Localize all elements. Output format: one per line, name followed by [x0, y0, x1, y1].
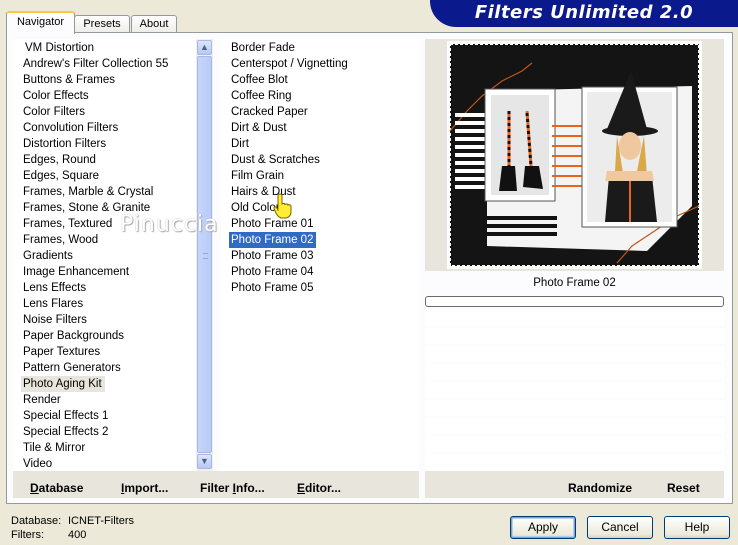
app-title: Filters Unlimited 2.0 — [474, 2, 694, 23]
filter-item[interactable]: Border Fade — [229, 40, 298, 56]
cancel-button[interactable]: Cancel — [587, 516, 653, 539]
parameter-row — [425, 400, 724, 416]
category-item[interactable]: Noise Filters — [21, 312, 90, 328]
filter-info-button[interactable]: Filter Info... — [200, 481, 265, 495]
category-item[interactable]: Frames, Textured — [21, 216, 115, 232]
database-button[interactable]: Database — [30, 481, 83, 495]
category-item[interactable]: Frames, Marble & Crystal — [21, 184, 156, 200]
category-item[interactable]: Edges, Square — [21, 168, 102, 184]
status-database-label: Database: — [11, 515, 62, 527]
status-filters-value: 400 — [68, 529, 87, 541]
category-list[interactable]: VM Distortion Andrew's Filter Collection … — [13, 39, 196, 471]
preview-image — [447, 41, 702, 269]
filter-item[interactable]: Photo Frame 05 — [229, 280, 316, 296]
progress-bar — [425, 296, 724, 307]
help-button[interactable]: Help — [664, 516, 730, 539]
category-scrollbar[interactable]: ▲ ▼ — [196, 39, 213, 471]
hand-pointer-icon — [273, 193, 292, 219]
status-database-value: ICNET-Filters — [68, 515, 134, 527]
category-item[interactable]: Color Effects — [21, 88, 92, 104]
filter-item[interactable]: Film Grain — [229, 168, 287, 184]
parameter-row — [425, 454, 724, 470]
category-item[interactable]: Video — [21, 456, 55, 472]
watermark-text: Pinuccia — [120, 212, 219, 237]
parameter-row — [425, 364, 724, 380]
reset-button[interactable]: Reset — [667, 481, 700, 495]
filter-item[interactable]: Dust & Scratches — [229, 152, 323, 168]
filter-item[interactable]: Photo Frame 02 — [229, 232, 317, 248]
category-item[interactable]: Special Effects 2 — [21, 424, 111, 440]
parameter-row — [425, 436, 724, 452]
category-item[interactable]: VM Distortion — [23, 40, 97, 56]
parameter-row — [425, 328, 724, 344]
preview-caption: Photo Frame 02 — [533, 277, 616, 289]
filter-item[interactable]: Photo Frame 04 — [229, 264, 316, 280]
filter-item[interactable]: Dirt & Dust — [229, 120, 290, 136]
randomize-button[interactable]: Randomize — [568, 481, 632, 495]
category-item[interactable]: Edges, Round — [21, 152, 99, 168]
category-item[interactable]: Andrew's Filter Collection 55 — [21, 56, 171, 72]
category-item[interactable]: Paper Backgrounds — [21, 328, 127, 344]
parameter-row — [425, 310, 724, 326]
category-item[interactable]: Paper Textures — [21, 344, 103, 360]
filter-item[interactable]: Coffee Ring — [229, 88, 295, 104]
parameter-row — [425, 346, 724, 362]
filter-item[interactable]: Photo Frame 03 — [229, 248, 316, 264]
preview-pane — [425, 39, 724, 271]
tab-navigator[interactable]: Navigator — [6, 11, 75, 34]
parameter-row — [425, 382, 724, 398]
filter-list[interactable]: Border Fade Centerspot / Vignetting Coffee… — [221, 39, 419, 471]
parameter-area — [425, 310, 724, 472]
category-item[interactable]: Render — [21, 392, 64, 408]
filter-item[interactable]: Coffee Blot — [229, 72, 291, 88]
chevron-down-icon[interactable]: ▼ — [197, 454, 212, 469]
import-button[interactable]: Import... — [121, 481, 168, 495]
category-item[interactable]: Buttons & Frames — [21, 72, 118, 88]
filter-item[interactable]: Centerspot / Vignetting — [229, 56, 351, 72]
category-item[interactable]: Lens Effects — [21, 280, 89, 296]
editor-button[interactable]: Editor... — [297, 481, 341, 495]
category-item[interactable]: Frames, Wood — [21, 232, 101, 248]
status-filters: Filters: 400 — [11, 529, 86, 541]
category-item[interactable]: Tile & Mirror — [21, 440, 88, 456]
category-item[interactable]: Lens Flares — [21, 296, 86, 312]
filter-item[interactable]: Cracked Paper — [229, 104, 311, 120]
apply-button[interactable]: Apply — [510, 516, 576, 539]
status-database: Database: ICNET-Filters — [11, 515, 134, 527]
category-item[interactable]: Distortion Filters — [21, 136, 109, 152]
category-item[interactable]: Image Enhancement — [21, 264, 132, 280]
status-filters-label: Filters: — [11, 529, 44, 541]
scrollbar-thumb[interactable] — [197, 56, 212, 453]
parameter-row — [425, 418, 724, 434]
filter-item[interactable]: Dirt — [229, 136, 252, 152]
title-banner: Filters Unlimited 2.0 — [430, 0, 738, 27]
category-item[interactable]: Special Effects 1 — [21, 408, 111, 424]
category-item[interactable]: Color Filters — [21, 104, 88, 120]
category-item[interactable]: Convolution Filters — [21, 120, 121, 136]
category-item[interactable]: Pattern Generators — [21, 360, 124, 376]
chevron-up-icon[interactable]: ▲ — [197, 40, 212, 55]
category-item[interactable]: Gradients — [21, 248, 76, 264]
category-item[interactable]: Photo Aging Kit — [21, 376, 105, 392]
